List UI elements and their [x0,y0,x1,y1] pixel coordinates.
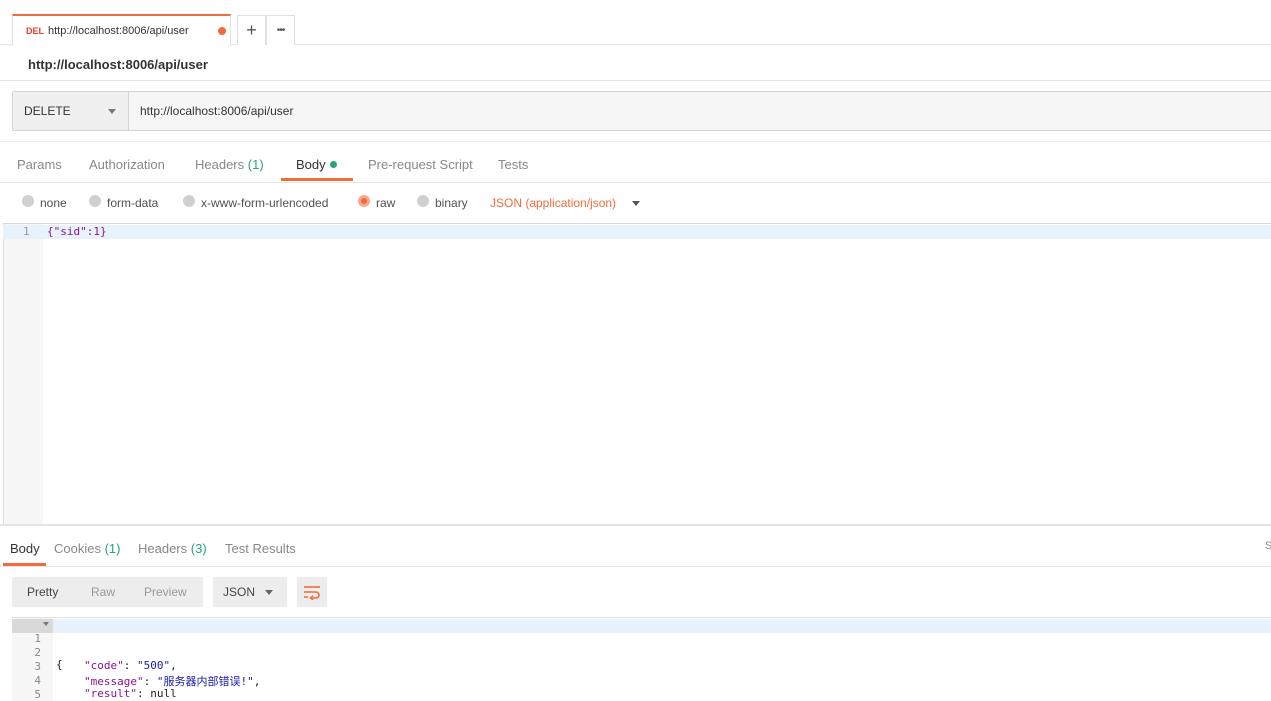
active-line [3,225,1271,239]
method-select-label: DELETE [24,104,71,118]
new-tab-button[interactable]: + [237,15,266,45]
radio-raw[interactable]: raw [358,195,396,210]
radio-raw-label: raw [376,196,396,210]
tab-body[interactable]: Body [296,157,337,172]
response-tab-headers[interactable]: Headers (3) [138,541,207,556]
format-select[interactable]: JSON [213,577,287,607]
radio-icon [417,195,429,207]
radio-binary-label: binary [435,196,468,210]
tab-body-label: Body [296,157,326,172]
code-text: "code": "500", [84,659,177,672]
radio-none-label: none [40,196,67,210]
wrap-lines-icon [304,586,320,600]
raw-button[interactable]: Raw [91,585,115,599]
code-line: 1 { [12,619,63,671]
chevron-down-icon [108,109,116,114]
request-body-editor[interactable]: 1 {"sid":1} [3,223,1271,524]
request-tab-url: http://localhost:8006/api/user [48,25,189,37]
radio-icon [183,195,195,207]
view-mode-group: Pretty Raw Preview [12,577,203,607]
tab-strip: DEL http://localhost:8006/api/user + ••• [0,0,1271,46]
response-tab-body[interactable]: Body [10,541,40,556]
code-line: 5 } [12,675,41,701]
tab-tests[interactable]: Tests [498,157,528,172]
status-label: S [1265,540,1271,552]
request-tab[interactable]: DEL http://localhost:8006/api/user [12,14,231,46]
request-tab-method: DEL [26,26,44,36]
unsaved-dot-icon [218,27,226,35]
tab-headers[interactable]: Headers (1) [195,157,264,172]
fold-arrow-icon[interactable] [43,622,49,626]
json-value: "500" [137,659,171,672]
content-type-select[interactable]: JSON (application/json) [490,196,616,210]
tab-headers-label: Headers [195,157,245,172]
response-body-viewer[interactable]: 1 { 2 "code": "500", 3 "message": "服务器内部… [12,617,1271,701]
divider [0,80,1271,81]
line-number: 1 [23,225,30,238]
pretty-button[interactable]: Pretty [27,585,58,599]
pane-splitter[interactable] [0,524,1271,526]
radio-form-data[interactable]: form-data [89,195,159,210]
tab-params[interactable]: Params [17,157,62,172]
code-line: 2 "code": "500", [12,633,176,672]
tab-authorization[interactable]: Authorization [89,157,165,172]
radio-icon [89,195,101,207]
tab-headers-count: (1) [247,157,264,172]
line-number: 5 [34,688,41,701]
json-value: null [150,687,177,700]
code-line: 4 "result": null [12,661,176,700]
tab-options-button[interactable]: ••• [266,15,295,45]
divider [0,566,1271,567]
divider [0,182,1271,183]
wrap-lines-button[interactable] [297,577,327,607]
radio-urlencoded[interactable]: x-www-form-urlencoded [183,195,329,210]
json-key: "result" [84,687,137,700]
response-tab-test-results[interactable]: Test Results [225,541,296,556]
active-line [53,619,1271,633]
radio-binary[interactable]: binary [417,195,468,210]
radio-selected-icon [358,195,370,207]
request-title[interactable]: http://localhost:8006/api/user [28,57,208,72]
radio-urlencoded-label: x-www-form-urlencoded [201,196,329,210]
radio-icon [22,195,34,207]
response-tab-cookies[interactable]: Cookies (1) [54,541,120,556]
radio-form-data-label: form-data [107,196,159,210]
chevron-down-icon [265,590,273,595]
method-select[interactable]: DELETE [13,92,129,130]
response-tab-headers-count: (3) [190,541,207,556]
active-tab-indicator [281,178,353,181]
json-key: "code" [84,659,124,672]
format-select-label: JSON [223,585,256,599]
url-input[interactable] [140,104,1140,118]
divider [0,141,1271,142]
response-tab-cookies-label: Cookies [54,541,101,556]
chevron-down-icon[interactable] [632,201,640,206]
request-body-code[interactable]: {"sid":1} [47,225,107,238]
preview-button[interactable]: Preview [144,585,187,599]
editor-gutter [3,224,43,524]
url-bar: DELETE [12,91,1271,131]
tab-prerequest-script[interactable]: Pre-request Script [368,157,473,172]
radio-none[interactable]: none [22,195,67,210]
plus-icon: + [246,20,257,40]
code-text: { [56,658,63,671]
status-dot-icon [329,161,337,168]
code-text: "result": null [84,687,177,700]
response-tab-cookies-count: (1) [104,541,121,556]
more-icon: ••• [276,25,285,36]
response-tab-headers-label: Headers [138,541,188,556]
code-line: 3 "message": "服务器内部错误!", [12,647,260,688]
